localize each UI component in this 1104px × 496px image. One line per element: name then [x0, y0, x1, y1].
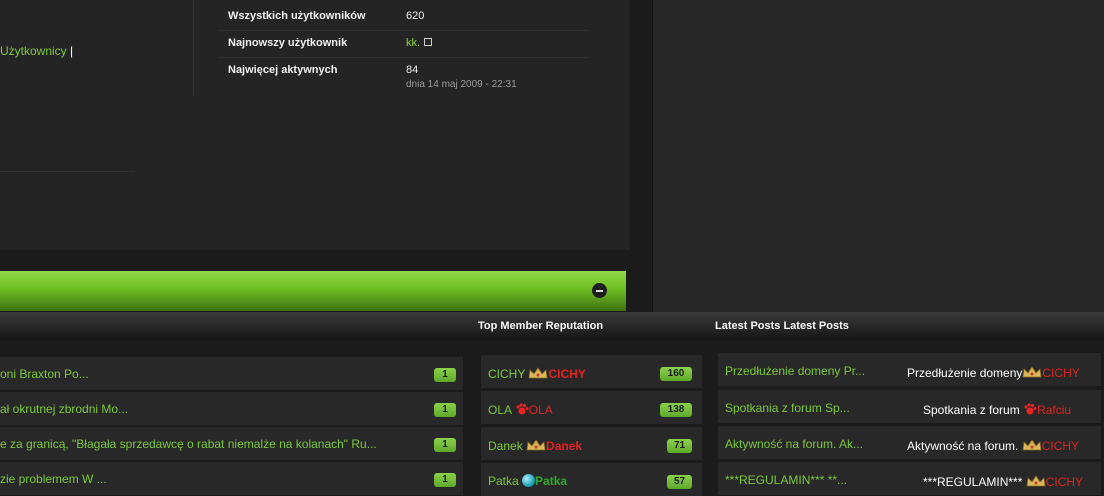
- stat-most-active-value: 84: [406, 64, 419, 76]
- users-link-line: Użytkownicy |: [0, 44, 73, 58]
- paw-icon: [1023, 402, 1037, 416]
- topic-link[interactable]: ał okrutnej zbrodni Mo...: [0, 402, 128, 416]
- stat-divider: [218, 30, 588, 31]
- crown-icon: [526, 438, 546, 452]
- stat-total-users-value: 620: [406, 10, 425, 22]
- reputation-member[interactable]: CICHY CICHY: [488, 366, 586, 381]
- stat-most-active-date: dnia 14 maj 2009 - 22:31: [406, 79, 517, 90]
- post-author[interactable]: CICHY: [1042, 439, 1079, 453]
- member-link[interactable]: OLA: [488, 403, 511, 417]
- post-author[interactable]: CICHY: [1042, 366, 1079, 380]
- latest-post-link[interactable]: Przedłużenie domeny Pr...: [725, 364, 865, 378]
- reply-count-badge: 1: [434, 473, 456, 487]
- member-link[interactable]: Patka: [488, 474, 519, 488]
- reputation-points-badge: 57: [667, 475, 692, 489]
- panel-divider: [193, 0, 194, 96]
- newest-user-link[interactable]: kk.: [406, 37, 420, 49]
- users-link[interactable]: Użytkownicy: [0, 44, 67, 58]
- member-link[interactable]: Danek: [488, 439, 523, 453]
- reputation-points-badge: 160: [660, 367, 692, 381]
- post-preview-title: Aktywność na forum.: [907, 439, 1019, 453]
- reputation-member[interactable]: OLA OLA: [488, 402, 553, 417]
- member-link[interactable]: CICHY: [488, 367, 525, 381]
- collapse-button[interactable]: [592, 283, 607, 298]
- topic-link[interactable]: oni Braxton Po...: [0, 367, 89, 381]
- member-display-name: Patka: [535, 474, 568, 488]
- stat-newest-user-label: Najnowszy użytkownik: [228, 37, 348, 49]
- post-author[interactable]: Rafciu: [1037, 403, 1071, 417]
- reply-count-badge: 1: [434, 438, 456, 452]
- reply-count-badge: 1: [434, 403, 456, 417]
- post-preview: Aktywność na forum. CICHY: [907, 438, 1079, 453]
- right-column-panel: [652, 0, 1104, 313]
- member-display-name: Danek: [546, 439, 583, 453]
- crown-icon: [528, 366, 548, 380]
- stat-divider: [218, 57, 588, 58]
- crown-icon: [1026, 474, 1046, 488]
- stat-most-active-label: Najwięcej aktywnych: [228, 64, 338, 76]
- link-separator: |: [70, 44, 74, 58]
- reply-count-badge: 1: [434, 368, 456, 382]
- reputation-member[interactable]: Patka Patka: [488, 474, 567, 488]
- post-preview: ***REGULAMIN*** CICHY: [923, 474, 1083, 489]
- post-preview-title: Spotkania z forum: [923, 403, 1020, 417]
- reputation-points-badge: 138: [660, 403, 692, 417]
- latest-post-link[interactable]: ***REGULAMIN*** **...: [725, 473, 847, 487]
- section-bar: [0, 271, 626, 311]
- latest-posts-header: Latest Posts Latest Posts: [715, 320, 849, 332]
- post-preview-title: Przedłużenie domeny: [907, 366, 1023, 380]
- post-preview: Spotkania z forum Rafciu: [923, 402, 1071, 417]
- crown-icon: [1022, 365, 1042, 379]
- reputation-member[interactable]: Danek Danek: [488, 438, 582, 453]
- stat-newest-user-value[interactable]: kk.: [406, 37, 433, 49]
- paw-icon: [515, 402, 529, 416]
- topic-link[interactable]: zie problemem W ...: [0, 472, 107, 486]
- globe-icon: [522, 474, 536, 487]
- external-link-icon: [424, 38, 433, 46]
- latest-post-link[interactable]: Spotkania z forum Sp...: [725, 401, 850, 415]
- post-preview: Przedłużenie domeny CICHY: [907, 365, 1080, 380]
- topic-link[interactable]: e za granicą, "Błagała sprzedawcę o raba…: [0, 437, 377, 451]
- post-preview-title: ***REGULAMIN***: [923, 475, 1023, 489]
- crown-icon: [1022, 438, 1042, 452]
- latest-post-link[interactable]: Aktywność na forum. Ak...: [725, 437, 863, 451]
- divider-line: [0, 171, 135, 172]
- post-author[interactable]: CICHY: [1046, 475, 1083, 489]
- stat-total-users-label: Wszystkich użytkowników: [228, 10, 366, 22]
- reputation-header: Top Member Reputation: [478, 320, 604, 332]
- minus-icon: [596, 290, 603, 292]
- member-display-name: CICHY: [548, 367, 586, 381]
- member-display-name: OLA: [528, 403, 553, 417]
- reputation-points-badge: 71: [667, 439, 692, 453]
